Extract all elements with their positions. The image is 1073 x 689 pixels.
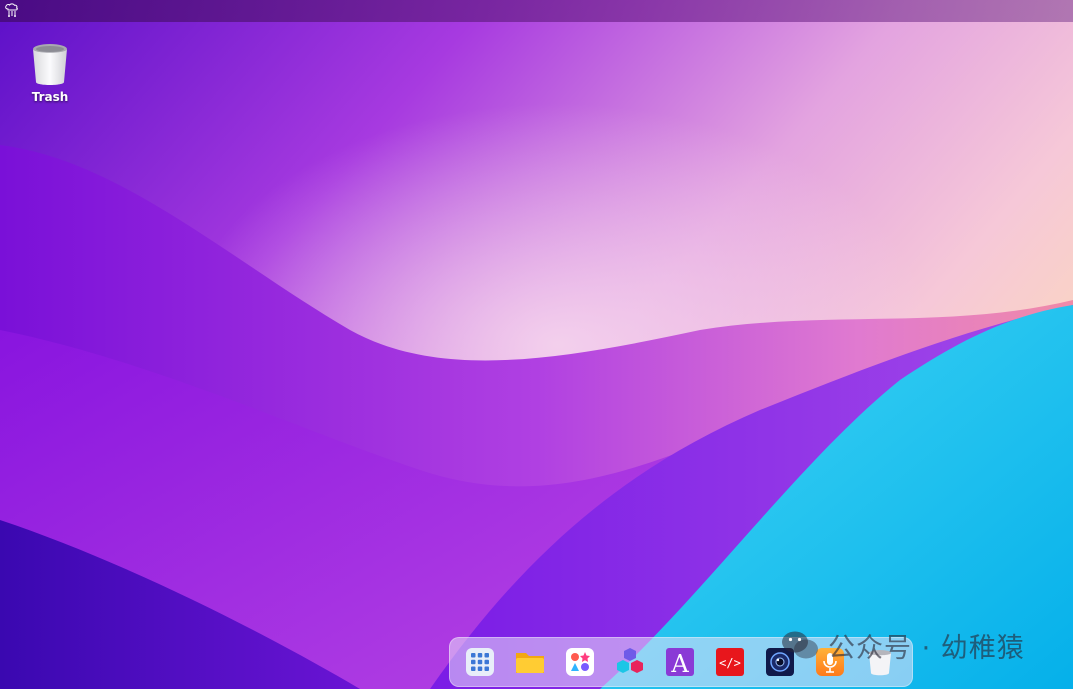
dock-item-cubes-app[interactable] [615,647,645,677]
desktop-icon-trash[interactable]: Trash [24,42,76,104]
font-a-icon: A [666,648,694,677]
desktop-wallpaper [0,0,1073,689]
dock-item-font-app[interactable]: A [665,647,695,677]
system-menu-icon[interactable] [3,2,21,18]
dock-item-app-launcher[interactable] [465,647,495,677]
folder-icon [516,653,544,673]
top-panel [0,0,1073,22]
wechat-icon [782,631,818,659]
dock-item-file-manager[interactable] [515,647,545,677]
svg-text:</>: </> [719,656,741,670]
dock-item-app-store[interactable] [565,647,595,677]
code-icon: </> [716,648,744,676]
apps-icon [566,648,594,676]
dock-item-code-editor[interactable]: </> [715,647,745,677]
watermark: 公众号 · 幼稚猿 [780,627,1025,664]
svg-text:A: A [670,650,689,677]
grid-icon [466,648,494,676]
watermark-text: 公众号 · 幼稚猿 [828,632,1025,664]
cubes-icon [617,648,643,673]
trash-icon [33,44,67,85]
desktop-icon-label: Trash [31,90,69,104]
